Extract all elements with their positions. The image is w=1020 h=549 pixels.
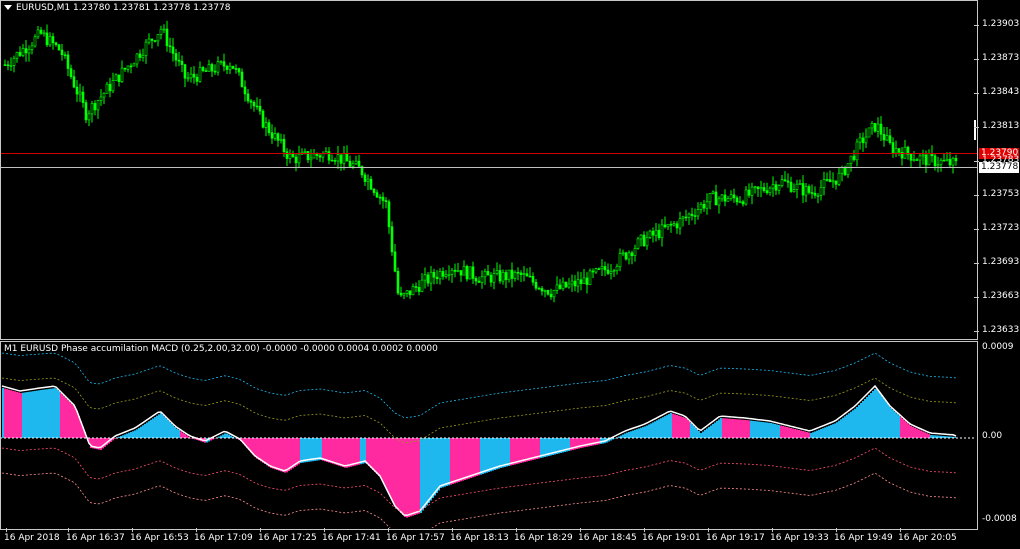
main-chart-frame xyxy=(0,0,978,340)
indicator-axis-label: 0.0009 xyxy=(982,342,1014,352)
price-axis-tick xyxy=(974,59,979,60)
time-axis-tick xyxy=(580,528,581,532)
price-axis-tick xyxy=(974,331,979,332)
time-axis-tick xyxy=(260,528,261,532)
time-axis-label: 16 Apr 19:33 xyxy=(770,533,829,543)
price-axis-tick xyxy=(974,195,979,196)
time-axis-label: 16 Apr 17:09 xyxy=(194,533,253,543)
price-axis-label: 1.23663 xyxy=(982,291,1020,301)
indicator-title: M1 EURUSD Phase accumilation MACD (0.25,… xyxy=(4,344,438,354)
time-axis-label: 16 Apr 18:29 xyxy=(514,533,573,543)
price-axis-label: 1.23693 xyxy=(982,257,1020,267)
time-axis-label: 16 Apr 2018 xyxy=(4,533,60,543)
time-axis-label: 16 Apr 17:25 xyxy=(258,533,317,543)
indicator-frame xyxy=(0,341,978,530)
price-axis-label: 1.23723 xyxy=(982,223,1020,233)
time-axis-tick xyxy=(6,528,7,532)
price-axis-label: 1.23633 xyxy=(982,325,1020,335)
time-axis-tick xyxy=(452,528,453,532)
time-axis-tick xyxy=(132,528,133,532)
time-axis-tick xyxy=(388,528,389,532)
indicator-axis-label: -0.0008 xyxy=(982,514,1017,524)
price-axis-label: 1.23843 xyxy=(982,87,1020,97)
time-axis-tick xyxy=(708,528,709,532)
price-axis-tick xyxy=(974,93,979,94)
price-axis-tick xyxy=(974,229,979,230)
time-axis-label: 16 Apr 20:05 xyxy=(898,533,957,543)
price-axis-label: 1.23873 xyxy=(982,53,1020,63)
chart-shift-marker[interactable] xyxy=(974,120,976,140)
chart-title[interactable]: EURUSD,M1 1.23780 1.23781 1.23778 1.2377… xyxy=(4,3,230,13)
time-axis-label: 16 Apr 16:53 xyxy=(130,533,189,543)
price-axis-label: 1.23813 xyxy=(982,121,1020,131)
dropdown-triangle-icon[interactable] xyxy=(4,5,12,10)
price-axis-tick xyxy=(974,263,979,264)
indicator-axis-label: 0.00 xyxy=(982,431,1003,441)
time-axis-label: 16 Apr 16:37 xyxy=(66,533,125,543)
time-axis-label: 16 Apr 18:13 xyxy=(450,533,509,543)
time-axis-tick xyxy=(772,528,773,532)
price-axis-label: 1.23783 xyxy=(982,155,1020,165)
time-axis-tick xyxy=(644,528,645,532)
time-axis-label: 16 Apr 17:57 xyxy=(386,533,445,543)
price-axis-tick xyxy=(974,161,979,162)
time-axis-label: 16 Apr 17:41 xyxy=(322,533,381,543)
time-axis-tick xyxy=(836,528,837,532)
time-axis-tick xyxy=(196,528,197,532)
price-axis-tick xyxy=(974,297,979,298)
time-axis-tick xyxy=(324,528,325,532)
time-axis-tick xyxy=(900,528,901,532)
time-axis-tick xyxy=(68,528,69,532)
price-axis-tick xyxy=(974,25,979,26)
price-axis-label: 1.23753 xyxy=(982,189,1020,199)
time-axis-tick xyxy=(516,528,517,532)
time-axis-label: 16 Apr 19:49 xyxy=(834,533,893,543)
price-axis-tick xyxy=(974,127,979,128)
time-axis-label: 16 Apr 19:01 xyxy=(642,533,701,543)
symbol-header: EURUSD,M1 1.23780 1.23781 1.23778 1.2377… xyxy=(16,3,231,13)
price-axis-label: 1.23903 xyxy=(982,19,1020,29)
time-axis-label: 16 Apr 18:45 xyxy=(578,533,637,543)
time-axis-label: 16 Apr 19:17 xyxy=(706,533,765,543)
